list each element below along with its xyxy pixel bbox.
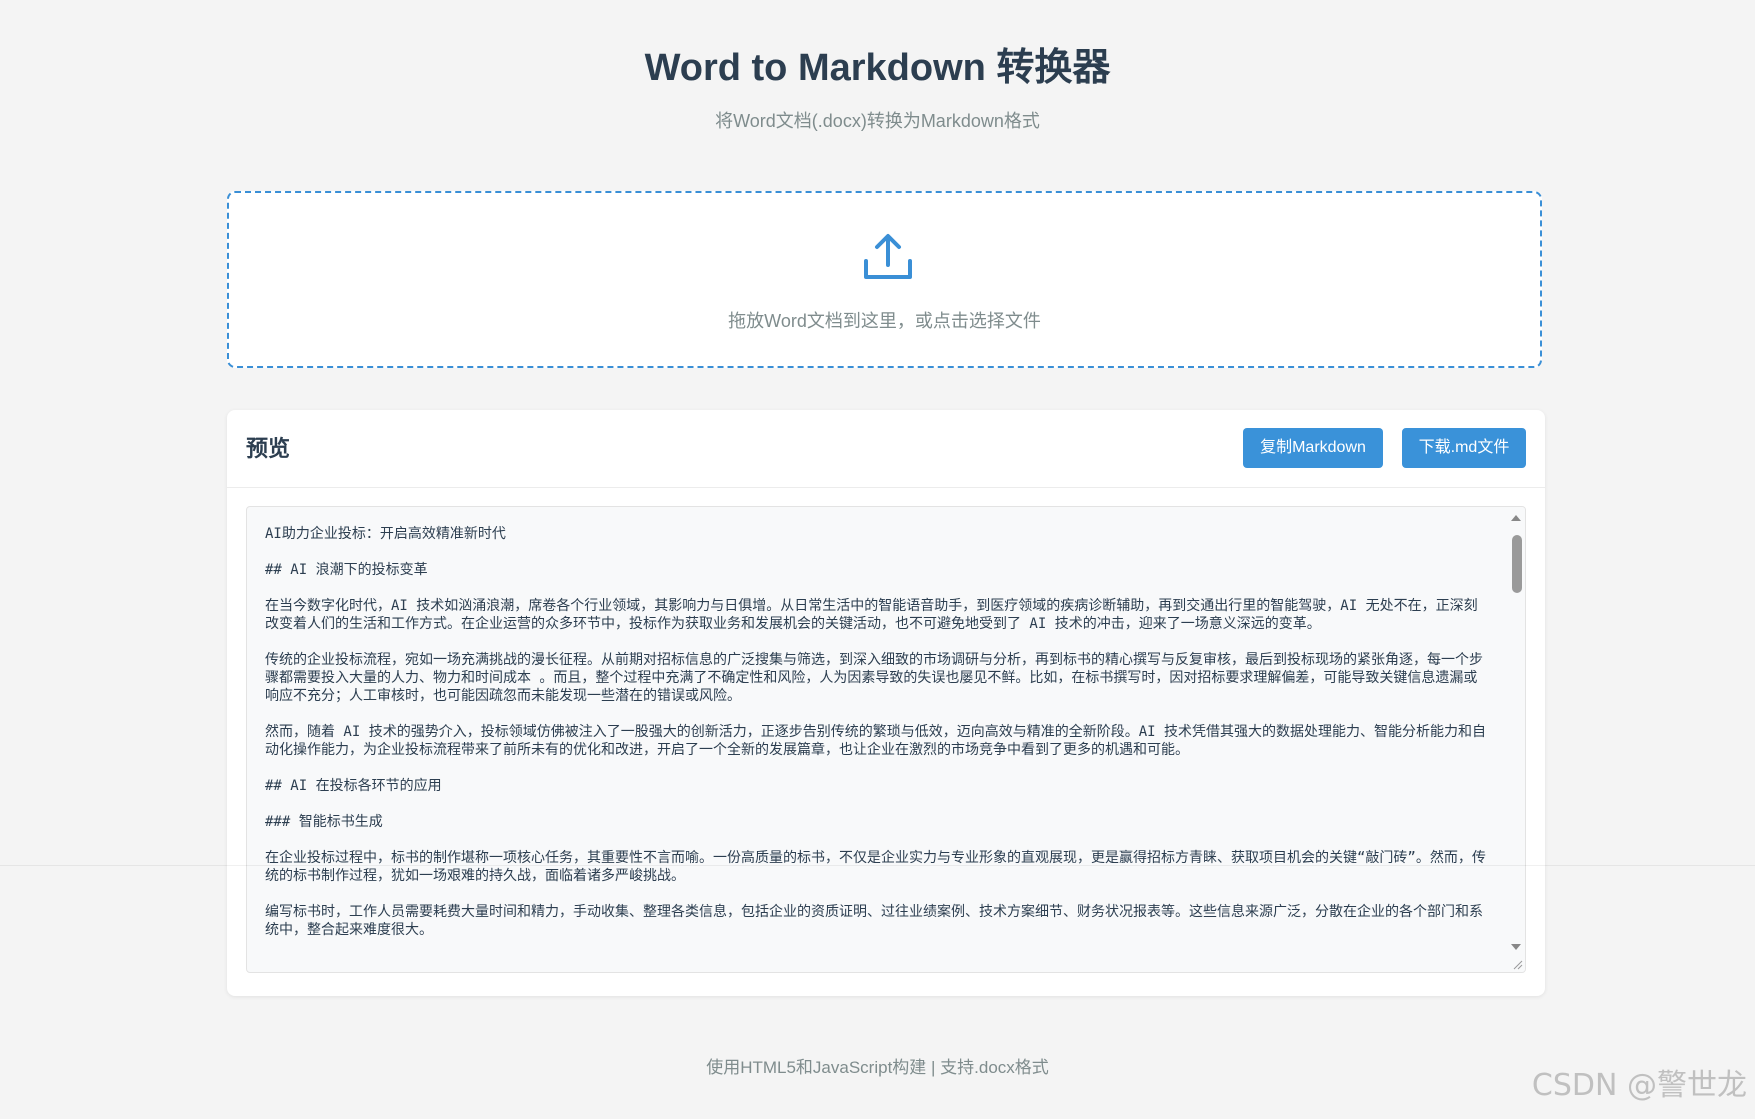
divider <box>0 865 1755 866</box>
markdown-line: 编写标书时，工作人员需要耗费大量时间和精力，手动收集、整理各类信息，包括企业的资… <box>265 904 1483 938</box>
markdown-line: 传统的企业投标流程，宛如一场充满挑战的漫长征程。从前期对招标信息的广泛搜集与筛选… <box>265 652 1483 704</box>
upload-icon <box>864 234 912 279</box>
vertical-scrollbar[interactable] <box>1508 507 1525 972</box>
markdown-output-textarea[interactable]: AI助力企业投标：开启高效精准新时代 ## AI 浪潮下的投标变革 在当今数字化… <box>246 506 1526 973</box>
markdown-line: 在企业投标过程中，标书的制作堪称一项核心任务，其重要性不言而喻。一份高质量的标书… <box>265 850 1486 884</box>
markdown-line: 在当今数字化时代，AI 技术如汹涌浪潮，席卷各个行业领域，其影响力与日俱增。从日… <box>265 598 1478 632</box>
markdown-line: 然而，随着 AI 技术的强势介入，投标领域仿佛被注入了一股强大的创新活力，正逐步… <box>265 724 1486 758</box>
preview-panel: 预览 复制Markdown 下载.md文件 AI助力企业投标：开启高效精准新时代… <box>227 410 1545 996</box>
scroll-down-arrow-icon[interactable] <box>1511 944 1521 950</box>
markdown-line: ## AI 浪潮下的投标变革 <box>265 562 428 578</box>
download-md-button[interactable]: 下载.md文件 <box>1402 428 1526 468</box>
preview-header: 预览 复制Markdown 下载.md文件 <box>227 410 1545 488</box>
preview-title: 预览 <box>246 436 291 461</box>
scroll-up-arrow-icon[interactable] <box>1511 515 1521 521</box>
copy-markdown-button[interactable]: 复制Markdown <box>1243 428 1383 468</box>
resize-grip-icon[interactable] <box>1511 958 1523 970</box>
markdown-line: ## AI 在投标各环节的应用 <box>265 778 442 794</box>
markdown-line: AI助力企业投标：开启高效精准新时代 <box>265 526 506 542</box>
page-title: Word to Markdown 转换器 <box>644 47 1111 89</box>
scrollbar-thumb[interactable] <box>1512 535 1522 593</box>
markdown-content: AI助力企业投标：开启高效精准新时代 ## AI 浪潮下的投标变革 在当今数字化… <box>265 525 1487 957</box>
upload-hint: 拖放Word文档到这里，或点击选择文件 <box>728 311 1041 331</box>
page-subtitle: 将Word文档(.docx)转换为Markdown格式 <box>715 111 1040 131</box>
footer-text: 使用HTML5和JavaScript构建 | 支持.docx格式 <box>706 1058 1049 1077</box>
markdown-line: ### 智能标书生成 <box>265 814 383 830</box>
upload-dropzone[interactable]: 拖放Word文档到这里，或点击选择文件 <box>227 191 1542 368</box>
watermark: CSDN @警世龙 <box>1531 1068 1747 1103</box>
